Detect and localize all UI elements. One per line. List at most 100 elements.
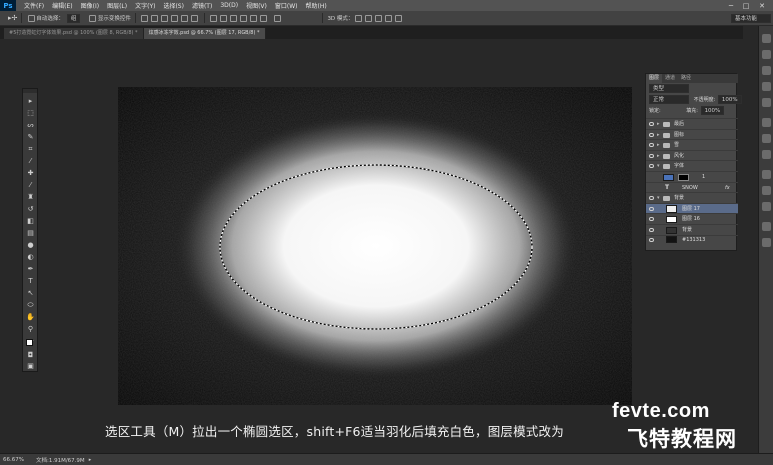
menu-edit[interactable]: 编辑(E) [48, 1, 76, 10]
menu-image[interactable]: 图像(I) [77, 1, 103, 10]
layer-row-group-weathering[interactable]: ▸ 风化 [646, 149, 738, 161]
zoom-level[interactable]: 66.67% [3, 457, 24, 463]
align-right-icon[interactable] [191, 14, 199, 22]
blend-mode-dropdown[interactable]: 正常 [649, 95, 689, 104]
maximize-button[interactable]: □ [740, 0, 752, 11]
styles-panel-icon[interactable] [762, 98, 771, 107]
align-vcenter-icon[interactable] [151, 14, 159, 22]
channels-panel-icon[interactable] [762, 238, 771, 247]
layer-row-layer-17[interactable]: 图层 17 [646, 202, 738, 214]
eye-icon[interactable] [649, 217, 654, 222]
color-panel-icon[interactable] [762, 134, 771, 143]
close-button[interactable]: ✕ [756, 0, 768, 11]
move-tool-icon[interactable]: ▸ [26, 97, 35, 106]
layer-row-background[interactable]: 背景 [646, 224, 738, 235]
minimize-button[interactable]: ─ [725, 0, 737, 11]
menu-type[interactable]: 文字(Y) [131, 1, 159, 10]
document-canvas[interactable] [118, 87, 632, 405]
marquee-tool-icon[interactable]: ⬚ [26, 109, 35, 118]
eyedropper-tool-icon[interactable]: ⁄ [26, 157, 35, 166]
align-left-icon[interactable] [171, 14, 179, 22]
show-transform-checkbox[interactable] [89, 14, 97, 22]
distribute-vcenter-icon[interactable] [220, 14, 228, 22]
align-hcenter-icon[interactable] [181, 14, 189, 22]
type-tool-icon[interactable]: T [26, 277, 35, 286]
history-panel-icon[interactable] [762, 50, 771, 59]
3d-scale-icon[interactable] [394, 14, 402, 22]
layer-row-group-background[interactable]: ▾ 背景 [646, 192, 738, 203]
history-brush-tool-icon[interactable]: ↺ [26, 205, 35, 214]
menu-view[interactable]: 视图(V) [242, 1, 271, 10]
swatches-panel-icon[interactable] [762, 118, 771, 127]
eraser-tool-icon[interactable]: ◧ [26, 217, 35, 226]
distribute-left-icon[interactable] [240, 14, 248, 22]
menu-window[interactable]: 窗口(W) [271, 1, 302, 10]
status-menu-arrow-icon[interactable]: ▸ [89, 457, 92, 463]
tab-paths[interactable]: 路径 [678, 74, 694, 83]
gradient-tool-icon[interactable]: ▤ [26, 229, 35, 238]
layers-panel-icon[interactable] [762, 222, 771, 231]
layer-row-group-snow[interactable]: ▸ 雪 [646, 139, 738, 150]
eye-icon[interactable] [649, 206, 654, 211]
adjustments-panel-icon[interactable] [762, 82, 771, 91]
quick-select-tool-icon[interactable]: ✎ [26, 133, 35, 142]
layer-row-layer-16[interactable]: 图层 16 [646, 213, 738, 224]
character-panel-icon[interactable] [762, 170, 771, 179]
eye-icon[interactable] [649, 143, 654, 148]
hand-tool-icon[interactable]: ✋ [26, 313, 35, 322]
tab-ice-doc[interactable]: 炫感冰冻字效.psd @ 66.7% (图层 17, RGB/8) * [143, 28, 266, 39]
actions-panel-icon[interactable] [762, 66, 771, 75]
foreground-color-swatch[interactable] [26, 339, 33, 346]
layer-row-snow-text[interactable]: T SNOW fx [646, 181, 738, 193]
align-top-icon[interactable] [141, 14, 149, 22]
info-panel-icon[interactable] [762, 150, 771, 159]
brush-tool-icon[interactable]: ⁄ [26, 181, 35, 190]
eye-icon[interactable] [649, 196, 654, 201]
tab-channels[interactable]: 通道 [662, 74, 678, 83]
layer-row-group-last[interactable]: ▸ 最后 [646, 118, 738, 129]
lasso-tool-icon[interactable]: ᔕ [26, 121, 35, 130]
healing-tool-icon[interactable]: ✚ [26, 169, 35, 178]
layer-row-group-icon[interactable]: ▸ 图标 [646, 128, 738, 140]
pen-tool-icon[interactable]: ✒ [26, 265, 35, 274]
eye-icon[interactable] [649, 164, 654, 169]
fill-field[interactable]: 100% [700, 106, 725, 115]
auto-select-checkbox[interactable] [27, 14, 35, 22]
menu-3d[interactable]: 3D(D) [216, 2, 242, 9]
auto-align-icon[interactable] [273, 14, 281, 22]
3d-rotate-icon[interactable] [354, 14, 362, 22]
distribute-bottom-icon[interactable] [230, 14, 238, 22]
clone-stamp-tool-icon[interactable]: ♜ [26, 193, 35, 202]
zoom-tool-icon[interactable]: ⚲ [26, 325, 35, 334]
ellipse-tool-icon[interactable]: ⬭ [26, 301, 35, 310]
tab-layers[interactable]: 图层 [646, 74, 663, 83]
layer-row-group-font[interactable]: ▾ 字体 [646, 160, 738, 171]
menu-select[interactable]: 选择(S) [159, 1, 188, 10]
menu-help[interactable]: 帮助(H) [302, 1, 331, 10]
layer-row-fill[interactable]: #131313 [646, 234, 738, 243]
menu-layer[interactable]: 图层(L) [103, 1, 131, 10]
filter-dropdown[interactable]: 类型 [649, 84, 689, 93]
menu-filter[interactable]: 滤镜(T) [188, 1, 216, 10]
panel-collapse-icon[interactable] [762, 34, 771, 43]
distribute-top-icon[interactable] [210, 14, 218, 22]
screen-mode-icon[interactable]: ▣ [26, 362, 35, 371]
opacity-field[interactable]: 100% [717, 95, 742, 104]
eye-icon[interactable] [649, 153, 654, 158]
3d-pan-icon[interactable] [374, 14, 382, 22]
tab-neon-doc[interactable]: #5打造霓虹灯字体效果.psd @ 100% (图层 8, RGB/8) * [4, 28, 144, 39]
3d-roll-icon[interactable] [364, 14, 372, 22]
move-tool-icon[interactable]: ▸✢ [8, 14, 17, 22]
paragraph-panel-icon[interactable] [762, 186, 771, 195]
eye-icon[interactable] [649, 122, 654, 126]
layer-row-masked-1[interactable]: 1 [646, 171, 738, 182]
eye-icon[interactable] [649, 132, 654, 137]
eye-icon[interactable] [649, 228, 654, 232]
blur-tool-icon[interactable]: ● [26, 241, 35, 250]
path-select-tool-icon[interactable]: ↖ [26, 289, 35, 298]
auto-select-dropdown[interactable]: 组 [66, 13, 81, 23]
distribute-hcenter-icon[interactable] [250, 14, 258, 22]
crop-tool-icon[interactable]: ⌗ [26, 145, 35, 154]
menu-file[interactable]: 文件(F) [20, 1, 48, 10]
3d-slide-icon[interactable] [384, 14, 392, 22]
